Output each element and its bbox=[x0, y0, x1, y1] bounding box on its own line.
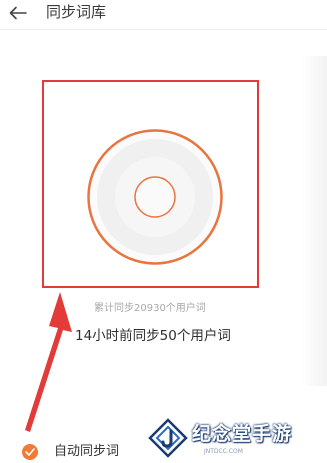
watermark-name: 纪念堂手游 bbox=[192, 423, 293, 445]
annotation-arrow bbox=[25, 292, 72, 432]
page-title: 同步词库 bbox=[46, 3, 107, 21]
recent-sync-status: 14小时前同步50个用户词 bbox=[75, 328, 231, 344]
header-divider bbox=[0, 29, 327, 30]
highlight-box bbox=[42, 80, 259, 288]
top-bar: 同步词库 bbox=[0, 0, 327, 30]
watermark-url: JNTDCC.COM bbox=[204, 448, 243, 455]
back-button[interactable] bbox=[6, 2, 30, 24]
auto-sync-label: 自动同步词 bbox=[54, 444, 120, 459]
watermark: 纪念堂手游 JNTDCC.COM bbox=[144, 414, 327, 463]
total-sync-count: 累计同步20930个用户词 bbox=[94, 303, 206, 314]
watermark-logo-icon bbox=[148, 418, 188, 458]
auto-sync-option[interactable]: 自动同步词 bbox=[22, 441, 119, 463]
side-shade bbox=[301, 56, 327, 386]
check-icon bbox=[25, 448, 35, 456]
arrow-left-icon bbox=[9, 6, 27, 20]
auto-sync-checkbox[interactable] bbox=[22, 444, 38, 460]
